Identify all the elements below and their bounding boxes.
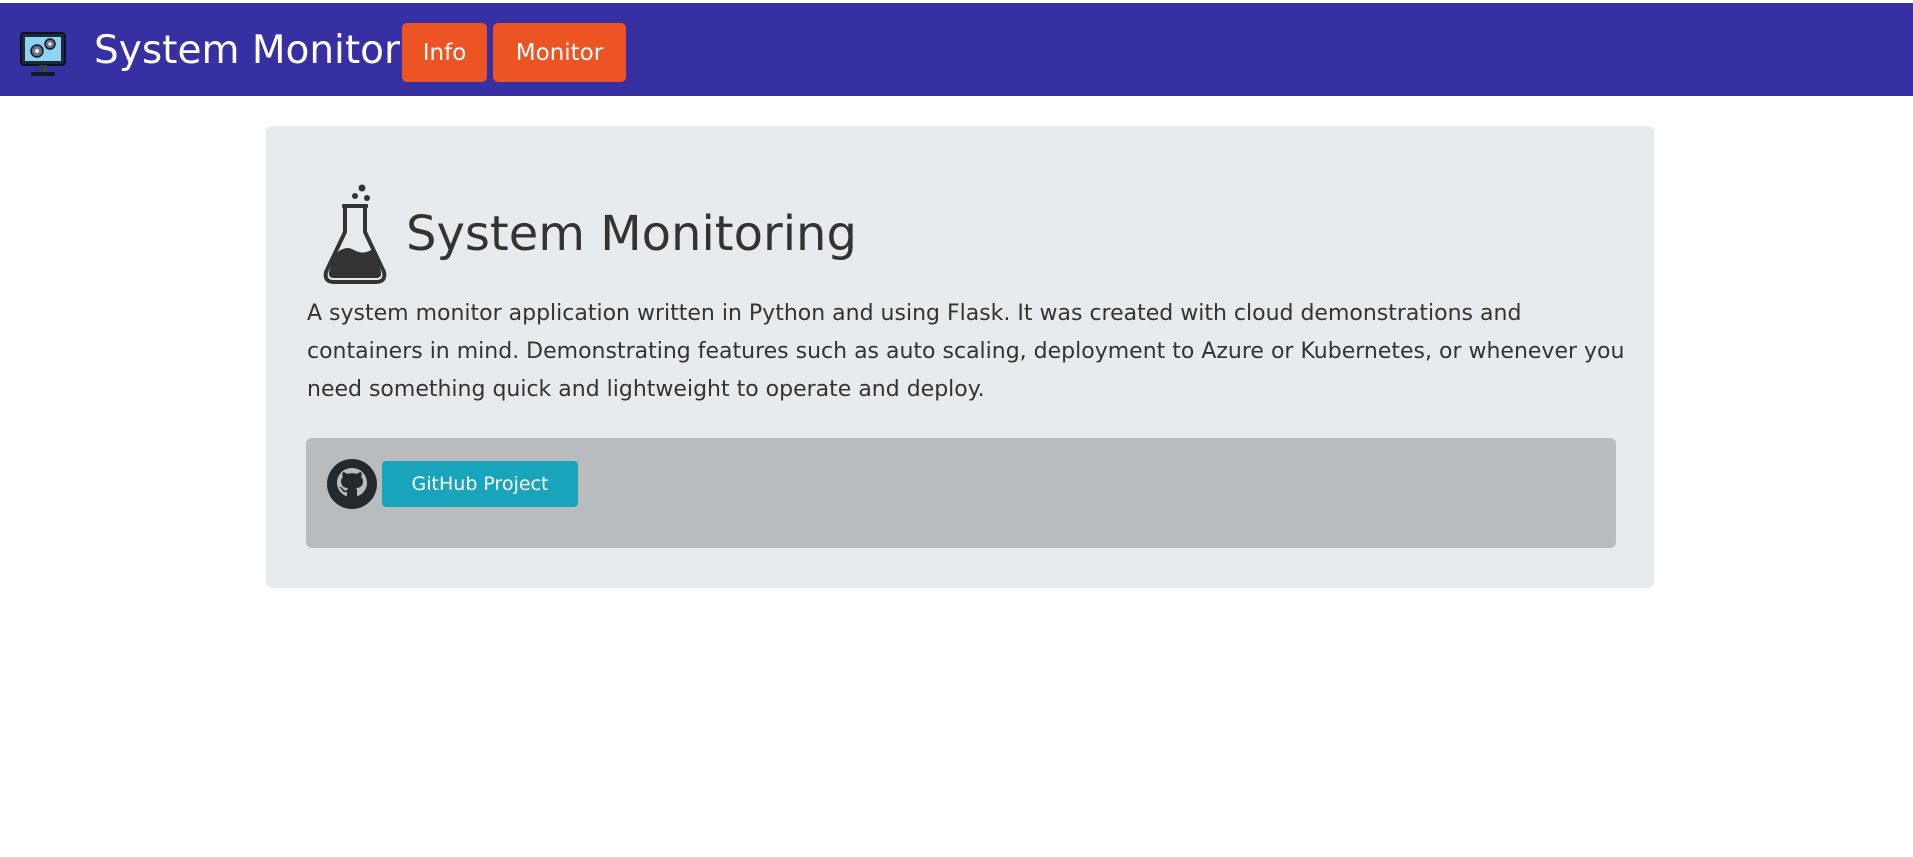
nav-info-button[interactable]: Info [402,23,487,82]
description-text: A system monitor application written in … [307,301,1625,402]
flask-icon [323,184,387,284]
top-navbar: System Monitor Info Monitor [0,3,1913,96]
github-project-button[interactable]: GitHub Project [382,461,578,507]
nav-monitor-button[interactable]: Monitor [493,23,626,82]
page-title: System Monitoring [406,206,857,262]
github-icon [327,459,377,509]
app-title[interactable]: System Monitor [94,23,400,79]
hero-panel: System Monitoring A system monitor appli… [266,126,1654,588]
monitor-gears-icon[interactable] [19,29,67,79]
links-panel: GitHub Project [306,438,1616,548]
